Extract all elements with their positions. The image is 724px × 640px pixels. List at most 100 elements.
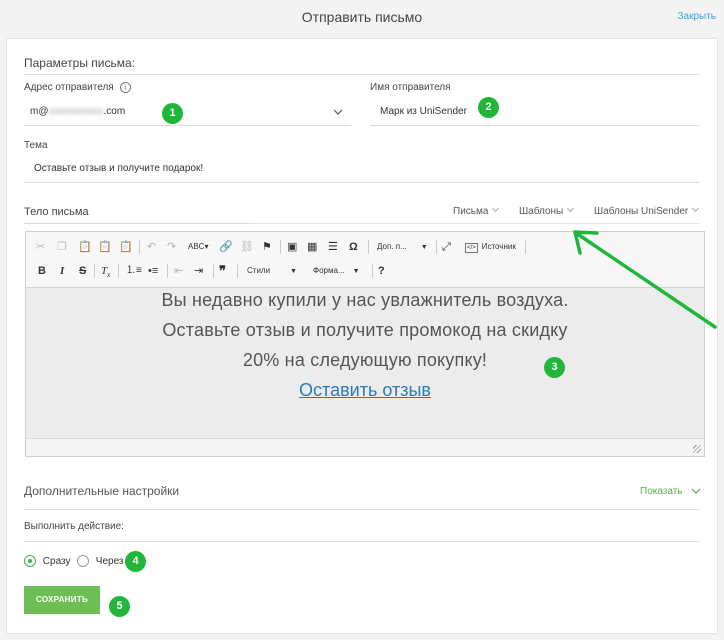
link-icon[interactable]: 🔗: [219, 239, 233, 255]
cut-icon[interactable]: ✂: [36, 239, 45, 255]
sender-name-label: Имя отправителя: [370, 82, 451, 93]
tab-templates-label: Шаблоны: [519, 206, 564, 217]
image-icon[interactable]: ▣: [287, 239, 297, 255]
toolbar-separator: [525, 240, 526, 254]
anchor-flag-icon[interactable]: ⚑: [262, 239, 272, 255]
tab-letters-label: Письма: [453, 206, 489, 217]
format-label: Форма...: [313, 266, 345, 275]
source-icon: </>: [465, 243, 478, 253]
resize-handle-icon[interactable]: [693, 445, 701, 453]
subject-label: Тема: [24, 140, 48, 151]
sender-address-suffix: .com: [103, 106, 126, 117]
badge-3: 3: [544, 357, 565, 378]
save-button[interactable]: СОХРАНИТЬ: [24, 586, 100, 614]
params-divider: [24, 74, 700, 75]
sender-name-input[interactable]: Марк из UniSender: [380, 106, 700, 117]
help-icon[interactable]: ?: [378, 263, 385, 279]
sender-address-label: Адрес отправителя i: [24, 82, 131, 93]
radio-later[interactable]: Через: [77, 555, 124, 567]
indent-icon[interactable]: ⇥: [194, 263, 203, 279]
styles-label: Стили: [247, 266, 271, 275]
send-email-form: Параметры письма: Адрес отправителя i m@x…: [6, 38, 718, 634]
chevron-down-icon: [691, 488, 701, 494]
content-line-3: 20% на следующую покупку!: [242, 350, 488, 370]
sender-address-label-text: Адрес отправителя: [24, 82, 114, 94]
numbered-list-icon[interactable]: ⒈≡: [126, 263, 142, 279]
leave-review-link[interactable]: Оставить отзыв: [299, 380, 431, 400]
radio-now[interactable]: Сразу: [24, 555, 71, 567]
blockquote-icon[interactable]: ❞: [219, 263, 226, 279]
table-icon[interactable]: ▦: [307, 239, 317, 255]
annotation-arrow-icon: [573, 230, 717, 329]
sender-address-select[interactable]: m@xxxxxxxxxxx.com: [30, 106, 350, 117]
action-label: Выполнить действие:: [24, 521, 124, 532]
radio-later-button[interactable]: [77, 555, 89, 567]
italic-icon[interactable]: I: [60, 263, 64, 279]
info-icon[interactable]: i: [119, 82, 131, 93]
toolbar-separator: [213, 264, 214, 278]
tab-unisender-templates[interactable]: Шаблоны UniSender: [594, 204, 700, 217]
params-title: Параметры письма:: [24, 56, 136, 70]
body-label-underline: [24, 223, 252, 224]
sender-name-underline: [370, 125, 700, 126]
horizontal-line-icon[interactable]: ☰: [328, 239, 338, 255]
tab-templates[interactable]: Шаблоны: [519, 204, 575, 217]
chevron-down-icon: [692, 204, 700, 213]
radio-now-label: Сразу: [42, 555, 71, 567]
extra-divider: [24, 509, 700, 510]
extra-format-dropdown[interactable]: Доп. п... ▼: [377, 239, 428, 255]
paste-word-icon[interactable]: 📋: [119, 239, 133, 255]
chevron-down-icon[interactable]: [333, 109, 343, 115]
radio-later-label: Через: [95, 555, 124, 567]
chevron-down-icon: [492, 204, 500, 213]
action-underline: [24, 541, 700, 542]
badge-1: 1: [162, 103, 183, 124]
show-extra-settings-link[interactable]: Показать: [640, 486, 701, 497]
dialog-header: Отправить письмо Закрыть: [0, 0, 724, 36]
outdent-icon[interactable]: ⇤: [174, 263, 183, 279]
toolbar-separator: [167, 264, 168, 278]
dialog-title: Отправить письмо: [301, 9, 423, 25]
sender-address-redacted: xxxxxxxxxxx: [48, 106, 104, 117]
sender-address-prefix: m@: [30, 106, 49, 117]
sender-address-underline: [24, 125, 351, 126]
tabs-underline: [252, 223, 700, 224]
toolbar-separator: [237, 264, 238, 278]
paste-text-icon[interactable]: 📋: [98, 239, 112, 255]
toolbar-separator: [372, 264, 373, 278]
bulleted-list-icon[interactable]: •≡: [148, 263, 158, 279]
toolbar-separator: [368, 240, 369, 254]
special-char-icon[interactable]: Ω: [349, 239, 358, 255]
tab-unisender-templates-label: Шаблоны UniSender: [594, 206, 689, 217]
toolbar-separator: [139, 240, 140, 254]
styles-dropdown[interactable]: Стили ▼: [247, 263, 297, 279]
extra-settings-title: Дополнительные настройки: [24, 484, 180, 498]
badge-4: 4: [125, 551, 146, 572]
radio-now-button[interactable]: [24, 555, 36, 567]
toolbar-separator: [436, 240, 437, 254]
subject-underline: [24, 182, 700, 183]
bold-icon[interactable]: B: [38, 263, 46, 279]
body-label: Тело письма: [24, 206, 89, 218]
maximize-icon[interactable]: ⤢: [442, 239, 451, 255]
undo-icon[interactable]: ↶: [147, 239, 156, 255]
strikethrough-icon[interactable]: S: [79, 263, 86, 279]
source-button[interactable]: </> Источник: [465, 239, 516, 255]
copy-icon[interactable]: ❐: [57, 239, 67, 255]
close-link[interactable]: Закрыть: [677, 11, 716, 22]
toolbar-separator: [118, 264, 119, 278]
show-label: Показать: [640, 486, 683, 497]
redo-icon[interactable]: ↷: [167, 239, 176, 255]
source-label: Источник: [481, 242, 516, 251]
unlink-icon[interactable]: ⛓: [240, 239, 254, 255]
remove-format-icon[interactable]: Tx: [101, 263, 110, 279]
editor-statusbar: [26, 438, 704, 456]
paste-icon[interactable]: 📋: [78, 239, 92, 255]
tab-letters[interactable]: Письма: [453, 204, 500, 217]
extra-format-label: Доп. п...: [377, 242, 407, 251]
chevron-down-icon: [567, 204, 575, 213]
subject-input[interactable]: Оставьте отзыв и получите подарок!: [34, 163, 694, 174]
format-dropdown[interactable]: Форма... ▼: [313, 263, 360, 279]
toolbar-separator: [94, 264, 95, 278]
spellcheck-icon[interactable]: ABC▾: [188, 239, 208, 255]
